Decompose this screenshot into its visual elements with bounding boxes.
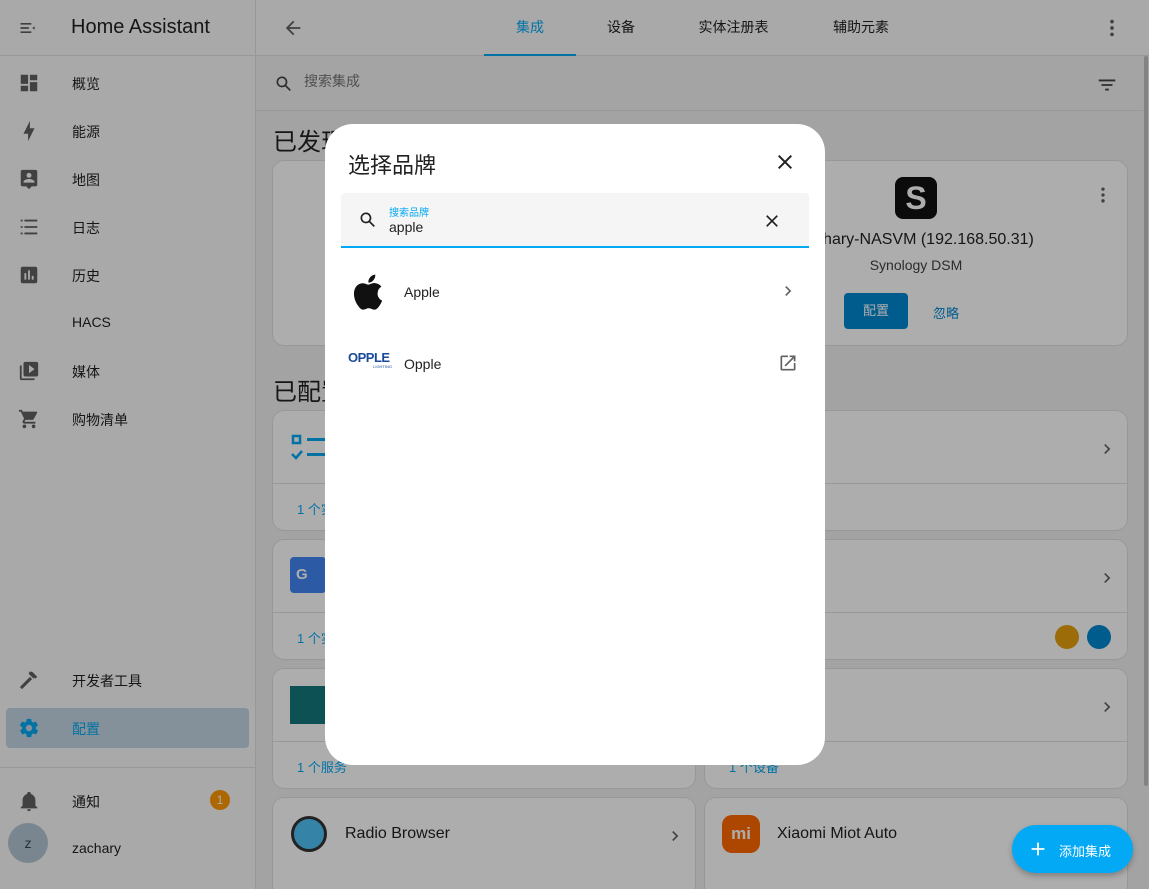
clear-icon[interactable] [762, 211, 782, 231]
add-integration-button[interactable]: 添加集成 [1012, 825, 1133, 873]
add-integration-label: 添加集成 [1059, 844, 1112, 859]
chevron-right-icon [778, 281, 798, 301]
brand-search-field[interactable]: 搜索品牌 apple [341, 193, 809, 248]
brand-search-label: 搜索品牌 [389, 208, 429, 219]
open-in-new-icon [778, 353, 798, 373]
brand-name: Opple [404, 356, 442, 372]
brand-search-input[interactable]: apple [389, 219, 423, 235]
brand-result-apple[interactable]: Apple [341, 257, 809, 329]
opple-logo: OPPLE LIGHTING [348, 351, 392, 371]
plus-icon [1027, 838, 1049, 860]
apple-logo [349, 271, 391, 313]
opple-logo-text: OPPLE [348, 350, 390, 365]
brand-result-opple[interactable]: OPPLE LIGHTING Opple [341, 329, 809, 401]
brand-picker-dialog: 选择品牌 搜索品牌 apple Apple OPPLE LIGHTING Opp… [325, 124, 825, 765]
brand-name: Apple [404, 284, 440, 300]
close-icon[interactable] [773, 150, 797, 174]
search-icon [358, 210, 378, 230]
dialog-title: 选择品牌 [348, 153, 437, 178]
